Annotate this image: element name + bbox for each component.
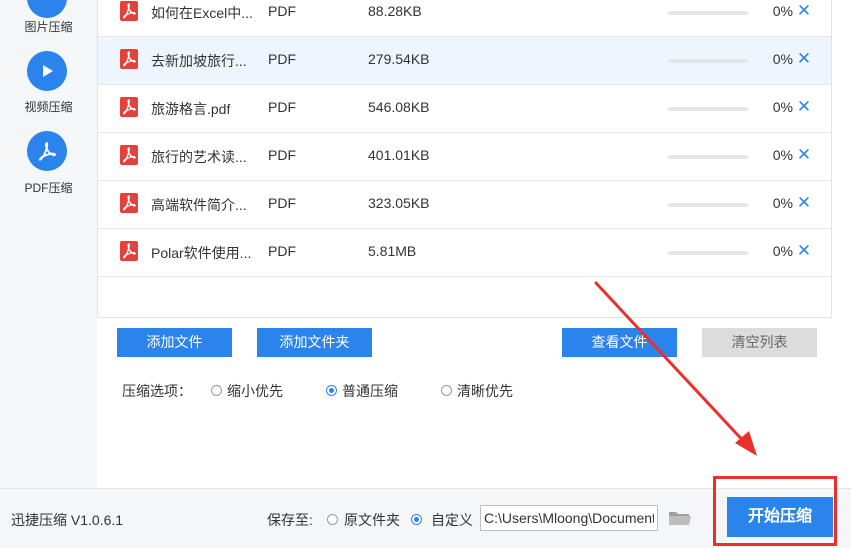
remove-file-icon[interactable]: ✕ <box>794 143 814 167</box>
option-reduce-first-label: 缩小优先 <box>227 383 283 399</box>
file-size: 279.54KB <box>368 51 430 67</box>
file-type: PDF <box>268 147 296 163</box>
file-type: PDF <box>268 51 296 67</box>
progress-percent: 0% <box>772 99 793 115</box>
file-size: 88.28KB <box>368 3 422 19</box>
file-name: 如何在Excel中... <box>151 5 253 21</box>
file-size: 401.01KB <box>368 147 430 163</box>
pdf-file-icon <box>120 145 138 165</box>
sidebar-item-video-compress[interactable]: 视频压缩 <box>0 48 97 118</box>
progress-percent: 0% <box>772 51 793 67</box>
sidebar-item-image-compress[interactable]: 图片压缩 <box>0 0 97 40</box>
file-list: 如何在Excel中... PDF 88.28KB 0% ✕ 去新加坡旅行... PDF 279… <box>97 0 832 318</box>
progress-percent: 0% <box>772 243 793 259</box>
radio-reduce-first[interactable] <box>211 385 222 396</box>
file-type: PDF <box>268 243 296 259</box>
progress-bar <box>668 203 748 207</box>
save-to-label: 保存至: <box>267 512 313 528</box>
version-label: 迅捷压缩 V1.0.6.1 <box>11 512 124 528</box>
pdf-file-icon <box>120 1 138 21</box>
sidebar-item-pdf-compress[interactable]: PDF压缩 <box>0 128 97 198</box>
play-icon <box>27 51 67 91</box>
progress-percent: 0% <box>772 147 793 163</box>
add-file-button[interactable]: 添加文件 <box>117 328 232 357</box>
file-name: Polar软件使用... <box>151 245 252 261</box>
file-size: 546.08KB <box>368 99 430 115</box>
folder-icon[interactable] <box>667 507 693 529</box>
file-row[interactable]: 旅行的艺术读... PDF 401.01KB 0% ✕ <box>98 133 831 181</box>
pdf-icon <box>27 131 67 171</box>
sidebar: 图片压缩 视频压缩 PDF压缩 <box>0 0 97 488</box>
file-name: 旅行的艺术读... <box>151 149 247 165</box>
file-type: PDF <box>268 3 296 19</box>
sidebar-item-label: 视频压缩 <box>24 100 73 114</box>
remove-file-icon[interactable]: ✕ <box>794 47 814 71</box>
remove-file-icon[interactable]: ✕ <box>794 191 814 215</box>
remove-file-icon[interactable]: ✕ <box>794 95 814 119</box>
radio-normal[interactable] <box>326 385 337 396</box>
progress-bar <box>668 11 748 15</box>
footer-bar: 迅捷压缩 V1.0.6.1 保存至: 原文件夹 自定义 开始压缩 <box>0 488 851 548</box>
file-row[interactable]: 去新加坡旅行... PDF 279.54KB 0% ✕ <box>98 37 831 85</box>
view-file-button[interactable]: 查看文件 <box>562 328 677 357</box>
original-folder-label: 原文件夹 <box>344 512 400 528</box>
progress-percent: 0% <box>772 195 793 211</box>
progress-bar <box>668 251 748 255</box>
progress-bar <box>668 155 748 159</box>
file-name: 去新加坡旅行... <box>151 53 247 69</box>
file-row[interactable]: 高端软件简介... PDF 323.05KB 0% ✕ <box>98 181 831 229</box>
option-normal-label: 普通压缩 <box>342 383 398 399</box>
option-clarity-first-label: 清晰优先 <box>457 383 513 399</box>
file-row[interactable]: 旅游格言.pdf PDF 546.08KB 0% ✕ <box>98 85 831 133</box>
file-type: PDF <box>268 195 296 211</box>
radio-clarity-first[interactable] <box>441 385 452 396</box>
file-name: 旅游格言.pdf <box>151 101 231 117</box>
file-size: 323.05KB <box>368 195 430 211</box>
file-row[interactable]: 如何在Excel中... PDF 88.28KB 0% ✕ <box>98 0 831 37</box>
file-name: 高端软件简介... <box>151 197 247 213</box>
add-folder-button[interactable]: 添加文件夹 <box>257 328 372 357</box>
save-path-input[interactable] <box>480 505 658 531</box>
remove-file-icon[interactable]: ✕ <box>794 0 814 23</box>
clear-list-button[interactable]: 清空列表 <box>702 328 817 357</box>
radio-custom[interactable] <box>411 514 422 525</box>
file-row[interactable]: Polar软件使用... PDF 5.81MB 0% ✕ <box>98 229 831 277</box>
progress-percent: 0% <box>772 3 793 19</box>
file-type: PDF <box>268 99 296 115</box>
pdf-file-icon <box>120 97 138 117</box>
pdf-file-icon <box>120 49 138 69</box>
file-size: 5.81MB <box>368 243 417 259</box>
custom-label: 自定义 <box>431 512 473 528</box>
start-compress-button[interactable]: 开始压缩 <box>727 497 833 537</box>
pdf-file-icon <box>120 241 138 261</box>
progress-bar <box>668 59 748 63</box>
sidebar-item-label: PDF压缩 <box>24 181 73 195</box>
compress-options-label: 压缩选项： <box>122 383 192 399</box>
sidebar-item-label: 图片压缩 <box>24 20 73 34</box>
image-compress-icon <box>27 0 67 18</box>
pdf-file-icon <box>120 193 138 213</box>
progress-bar <box>668 107 748 111</box>
remove-file-icon[interactable]: ✕ <box>794 239 814 263</box>
radio-original-folder[interactable] <box>327 514 338 525</box>
